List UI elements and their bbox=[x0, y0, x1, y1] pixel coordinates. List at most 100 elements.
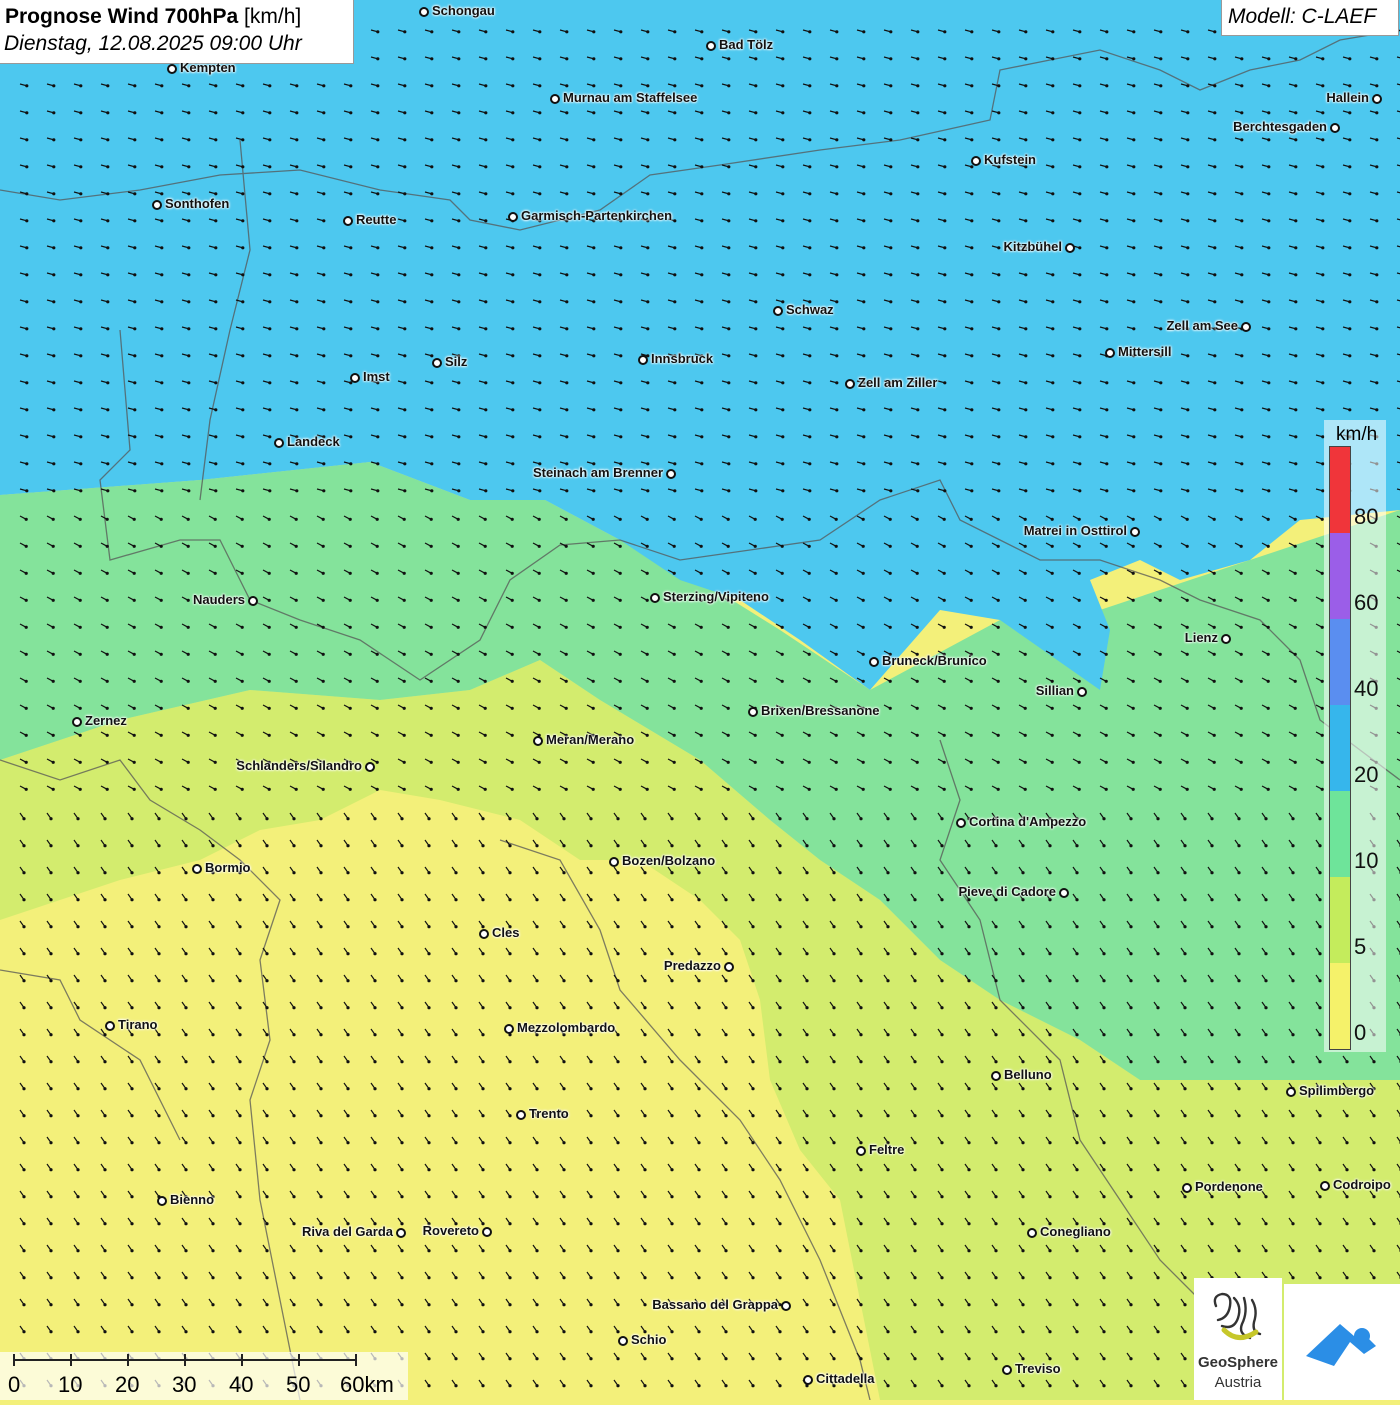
city-marker bbox=[618, 1336, 628, 1346]
city-label: Predazzo bbox=[664, 958, 721, 973]
city-label: Bruneck/Brunico bbox=[882, 653, 987, 668]
city-label: Sonthofen bbox=[165, 196, 229, 211]
legend-swatch bbox=[1330, 619, 1350, 705]
city-label: Bienno bbox=[170, 1192, 214, 1207]
city-label: Kitzbühel bbox=[1004, 239, 1063, 254]
city-marker bbox=[638, 355, 648, 365]
geosphere-text: GeoSphere bbox=[1194, 1354, 1282, 1371]
city-marker bbox=[479, 929, 489, 939]
city-marker bbox=[419, 7, 429, 17]
city-marker bbox=[1241, 322, 1251, 332]
scale-label: 20 bbox=[115, 1372, 139, 1398]
city-label: Brixen/Bressanone bbox=[761, 703, 880, 718]
scale-bar: 0 10 20 30 40 50 60km bbox=[0, 1352, 408, 1400]
city-marker bbox=[350, 373, 360, 383]
city-marker bbox=[650, 593, 660, 603]
legend-label: 80 bbox=[1354, 504, 1378, 530]
title-unit: [km/h] bbox=[244, 5, 301, 28]
city-label: Rovereto bbox=[423, 1223, 479, 1238]
city-marker bbox=[1065, 243, 1075, 253]
scale-label: 0 bbox=[8, 1372, 20, 1398]
legend-swatch bbox=[1330, 791, 1350, 877]
city-label: Pieve di Cadore bbox=[958, 884, 1056, 899]
legend-unit: km/h bbox=[1336, 424, 1377, 446]
city-marker bbox=[1130, 527, 1140, 537]
city-marker bbox=[1221, 634, 1231, 644]
forecast-datetime: Dienstag, 12.08.2025 09:00 Uhr bbox=[4, 32, 302, 56]
city-label: Hallein bbox=[1326, 90, 1369, 105]
city-label: Zernez bbox=[85, 713, 127, 728]
legend-label: 0 bbox=[1354, 1020, 1366, 1046]
city-marker bbox=[773, 306, 783, 316]
weather-app-logo[interactable] bbox=[1284, 1284, 1400, 1400]
city-marker bbox=[482, 1227, 492, 1237]
city-label: Innsbruck bbox=[651, 351, 713, 366]
city-label: Zell am See bbox=[1166, 318, 1238, 333]
title-panel: Prognose Wind 700hPa [km/h] Dienstag, 12… bbox=[0, 0, 354, 64]
city-label: Feltre bbox=[869, 1142, 904, 1157]
legend-swatch bbox=[1330, 877, 1350, 963]
geosphere-mark-icon bbox=[1194, 1278, 1282, 1354]
city-marker bbox=[724, 962, 734, 972]
city-label: Steinach am Brenner bbox=[533, 465, 663, 480]
city-label: Zell am Ziller bbox=[858, 375, 937, 390]
legend-label: 40 bbox=[1354, 676, 1378, 702]
city-label: Sillian bbox=[1036, 683, 1074, 698]
legend-swatch bbox=[1330, 963, 1350, 1049]
city-marker bbox=[550, 94, 560, 104]
city-label: Trento bbox=[529, 1106, 569, 1121]
city-label: Matrei in Osttirol bbox=[1024, 523, 1127, 538]
city-label: Berchtesgaden bbox=[1233, 119, 1327, 134]
city-label: Imst bbox=[363, 369, 390, 384]
city-marker bbox=[152, 200, 162, 210]
city-label: Bozen/Bolzano bbox=[622, 853, 715, 868]
city-label: Mittersill bbox=[1118, 344, 1171, 359]
city-label: Murnau am Staffelsee bbox=[563, 90, 697, 105]
city-label: Bad Tölz bbox=[719, 37, 773, 52]
city-marker bbox=[72, 717, 82, 727]
legend-label: 20 bbox=[1354, 762, 1378, 788]
legend-label: 5 bbox=[1354, 934, 1366, 960]
city-marker bbox=[971, 156, 981, 166]
city-marker bbox=[1059, 888, 1069, 898]
city-marker bbox=[845, 379, 855, 389]
mountain-cloud-icon bbox=[1284, 1284, 1400, 1400]
city-marker bbox=[856, 1146, 866, 1156]
city-label: Codroipo bbox=[1333, 1177, 1391, 1192]
legend-swatch bbox=[1330, 447, 1350, 533]
model-label: Modell: C-LAEF bbox=[1228, 5, 1376, 29]
city-marker bbox=[1320, 1181, 1330, 1191]
city-marker bbox=[157, 1196, 167, 1206]
city-marker bbox=[516, 1110, 526, 1120]
city-marker bbox=[991, 1071, 1001, 1081]
city-label: Schlanders/Silandro bbox=[236, 758, 362, 773]
title-main: Prognose Wind 700hPa bbox=[5, 5, 238, 28]
city-label: Schongau bbox=[432, 3, 495, 18]
legend-swatch bbox=[1330, 533, 1350, 619]
city-label: Silz bbox=[445, 354, 467, 369]
color-legend: km/h 806040201050 bbox=[1324, 420, 1386, 1052]
city-marker bbox=[508, 212, 518, 222]
city-marker bbox=[803, 1375, 813, 1385]
city-label: Sterzing/Vipiteno bbox=[663, 589, 769, 604]
legend-swatch bbox=[1330, 705, 1350, 791]
scale-label: 60km bbox=[340, 1372, 394, 1398]
city-marker bbox=[1182, 1183, 1192, 1193]
city-label: Treviso bbox=[1015, 1361, 1061, 1376]
city-label: Schwaz bbox=[786, 302, 834, 317]
city-label: Cortina d'Ampezzo bbox=[969, 814, 1086, 829]
city-marker bbox=[1027, 1228, 1037, 1238]
city-marker bbox=[396, 1228, 406, 1238]
city-marker bbox=[956, 818, 966, 828]
city-marker bbox=[1077, 687, 1087, 697]
austria-text: Austria bbox=[1194, 1374, 1282, 1391]
city-marker bbox=[781, 1301, 791, 1311]
city-marker bbox=[504, 1024, 514, 1034]
city-marker bbox=[365, 762, 375, 772]
scale-label: 30 bbox=[172, 1372, 196, 1398]
city-label: Bormio bbox=[205, 860, 251, 875]
city-marker bbox=[105, 1021, 115, 1031]
geosphere-logo[interactable]: GeoSphere Austria bbox=[1194, 1278, 1282, 1400]
city-marker bbox=[748, 707, 758, 717]
city-label: Garmisch-Partenkirchen bbox=[521, 208, 672, 223]
